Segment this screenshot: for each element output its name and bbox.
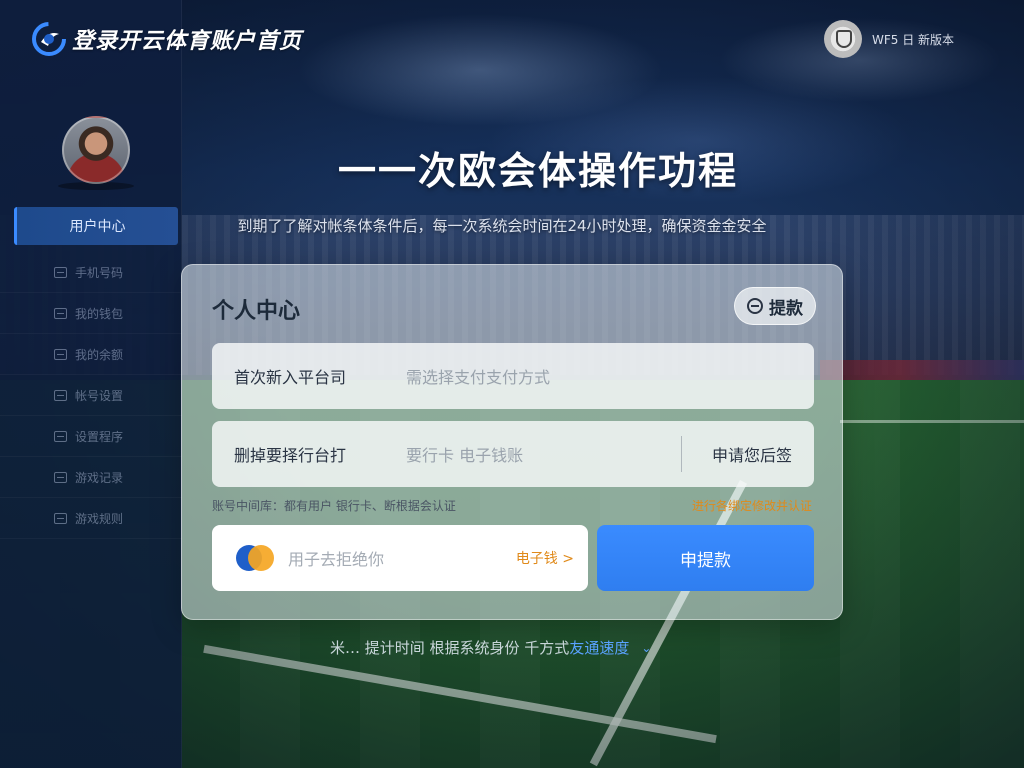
brand-header[interactable]: 登录开云体育账户首页 xyxy=(32,22,302,56)
page-subtitle: 到期了了解对帐条体条件后，每一次系统会时间在24小时处理，确保资金金安全 xyxy=(237,217,767,235)
avatar[interactable] xyxy=(62,116,130,184)
sidebar-item-user-center[interactable]: 用户中心 xyxy=(14,207,178,245)
field-placeholder: 需选择支付支付方式 xyxy=(406,368,551,387)
square-icon xyxy=(54,348,67,360)
sidebar-item[interactable]: 帐号设置 xyxy=(0,375,182,416)
field-label: 首次新入平台司 xyxy=(234,368,347,387)
square-icon xyxy=(54,266,67,278)
withdraw-icon xyxy=(747,298,763,314)
e-wallet-selector[interactable]: 用子去拒绝你 电子钱 > xyxy=(212,525,588,591)
hint-text: 账号中间库：都有用户 银行卡、断根据会认证 xyxy=(212,499,456,513)
sidebar-item-label: 设置程序 xyxy=(75,429,124,444)
sidebar-item[interactable]: 设置程序 xyxy=(0,416,182,457)
sidebar-nav: 手机号码 我的钱包 我的余额 帐号设置 设置程序 游戏记录 游戏规则 xyxy=(0,252,182,539)
sidebar-item[interactable]: 我的余额 xyxy=(0,334,182,375)
apply-withdraw-button[interactable]: 申提款 xyxy=(597,525,814,591)
apply-after-sign-button[interactable]: 申请您后签 xyxy=(712,442,792,466)
sidebar: 用户中心 手机号码 我的钱包 我的余额 帐号设置 设置程序 游戏记录 游戏规则 xyxy=(0,0,182,768)
binding-link[interactable]: 进行各绑定修改并认证 xyxy=(692,497,812,514)
e-wallet-link[interactable]: 电子钱 > xyxy=(516,548,574,568)
apply-withdraw-label: 申提款 xyxy=(680,550,731,571)
sidebar-item-label: 用户中心 xyxy=(69,219,126,235)
divider xyxy=(680,436,682,472)
card-title: 个人中心 xyxy=(212,299,301,324)
sidebar-item-label: 游戏记录 xyxy=(75,470,124,485)
field-placeholder: 要行卡 电子钱账 xyxy=(406,446,524,465)
badge-icon xyxy=(824,20,862,58)
sidebar-item[interactable]: 游戏规则 xyxy=(0,498,182,539)
card-brand-icon xyxy=(236,545,276,571)
top-right-label: WF5 日 新版本 xyxy=(872,32,955,47)
square-icon xyxy=(54,430,67,442)
footer-text: 米… 提计时间 根据系统身份 千方式 xyxy=(330,639,570,657)
sidebar-item-label: 游戏规则 xyxy=(75,511,124,526)
e-wallet-placeholder: 用子去拒绝你 xyxy=(288,550,385,569)
square-icon xyxy=(54,471,67,483)
withdraw-button[interactable]: 提款 xyxy=(734,287,816,325)
personal-center-card: 个人中心 提款 首次新入平台司 需选择支付支付方式 删掉要择行台打 要行卡 电子… xyxy=(181,264,843,620)
sidebar-item[interactable]: 我的钱包 xyxy=(0,293,182,334)
withdraw-label: 提款 xyxy=(769,298,803,319)
square-icon xyxy=(54,389,67,401)
avatar-shadow xyxy=(58,182,134,190)
sidebar-item-label: 我的余额 xyxy=(75,347,124,362)
footer-note: 米… 提计时间 根据系统身份 千方式 友通速度 ⌄ xyxy=(330,637,651,658)
brand-title: 登录开云体育账户首页 xyxy=(72,29,303,54)
field-label: 删掉要择行台打 xyxy=(234,446,347,465)
chevron-down-icon[interactable]: ⌄ xyxy=(641,641,651,655)
page-title: 一一次欧会体操作功程 xyxy=(337,149,738,193)
footer-link[interactable]: 友通速度 xyxy=(569,637,629,658)
sidebar-item-label: 手机号码 xyxy=(75,265,124,280)
sidebar-item[interactable]: 手机号码 xyxy=(0,252,182,293)
square-icon xyxy=(54,512,67,524)
bank-account-field[interactable]: 删掉要择行台打 要行卡 电子钱账 申请您后签 xyxy=(212,421,814,487)
brand-logo-icon xyxy=(32,22,66,56)
square-icon xyxy=(54,307,67,319)
payment-method-field[interactable]: 首次新入平台司 需选择支付支付方式 xyxy=(212,343,814,409)
sidebar-item-label: 帐号设置 xyxy=(75,388,124,403)
sidebar-item[interactable]: 游戏记录 xyxy=(0,457,182,498)
top-right-badge[interactable]: WF5 日 新版本 xyxy=(824,20,954,58)
sidebar-item-label: 我的钱包 xyxy=(75,306,124,321)
